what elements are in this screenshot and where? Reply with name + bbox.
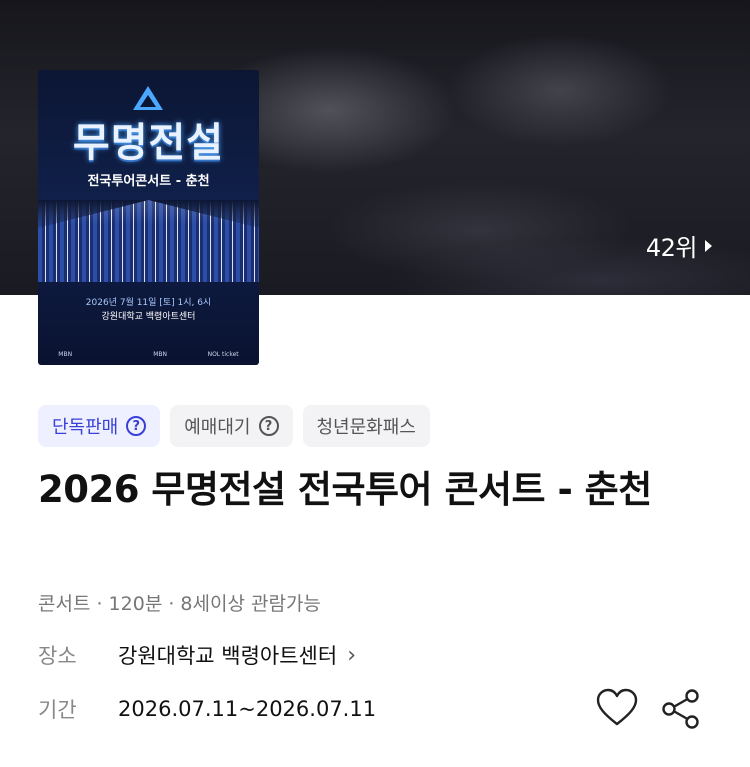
sponsor-logo: NOL ticket [207,351,239,358]
share-icon[interactable] [660,688,702,730]
poster-date: 2026년 7월 11일 [토] 1시, 6시 [85,298,212,308]
event-title: 2026 무명전설 전국투어 콘서트 - 춘천 [38,468,652,511]
period-value: 2026.07.11~2026.07.11 [118,697,377,721]
badge-list: 단독판매 ? 예매대기 ? 청년문화패스 [38,405,430,447]
badge-label: 예매대기 [184,417,251,438]
question-circle-icon[interactable]: ? [258,416,279,436]
poster-sponsors: MBN MBN NOL ticket [38,351,259,358]
sponsor-logo: MBN [153,351,167,358]
triangle-logo-icon [133,86,163,110]
chevron-right-icon[interactable]: › [347,643,356,668]
ranking-link[interactable]: 42위 [646,228,712,263]
ranking-label: 42위 [645,234,698,262]
badge-label: 단독판매 [52,417,119,438]
poster-title: 무명전설 [72,120,225,166]
badge-exclusive-sale[interactable]: 단독판매 ? [38,405,161,447]
badge-youth-culture-pass[interactable]: 청년문화패스 [302,405,430,447]
play-arrow-icon [705,239,712,252]
venue-label: 장소 [38,644,77,668]
period-row: 기간 2026.07.11~2026.07.11 [38,694,376,724]
poster-venue: 강원대학교 백령아트센터 [101,312,196,322]
venue-row: 장소 강원대학교 백령아트센터 › [38,640,356,670]
badge-label: 청년문화패스 [316,417,416,438]
sponsor-logo: MBN [58,351,73,358]
heart-icon[interactable] [596,688,638,728]
period-label: 기간 [38,698,77,722]
badge-booking-wait[interactable]: 예매대기 ? [170,405,293,447]
event-meta: 콘서트 · 120분 · 8세이상 관람가능 [38,593,321,615]
poster-subtitle: 전국투어콘서트 - 춘천 [87,174,210,189]
question-circle-icon[interactable]: ? [126,416,147,436]
venue-link[interactable]: 강원대학교 백령아트센터 [118,640,337,670]
event-poster: 무명전설 전국투어콘서트 - 춘천 2026년 7월 11일 [토] 1시, 6… [38,70,259,365]
stage-performers-image [38,200,259,282]
